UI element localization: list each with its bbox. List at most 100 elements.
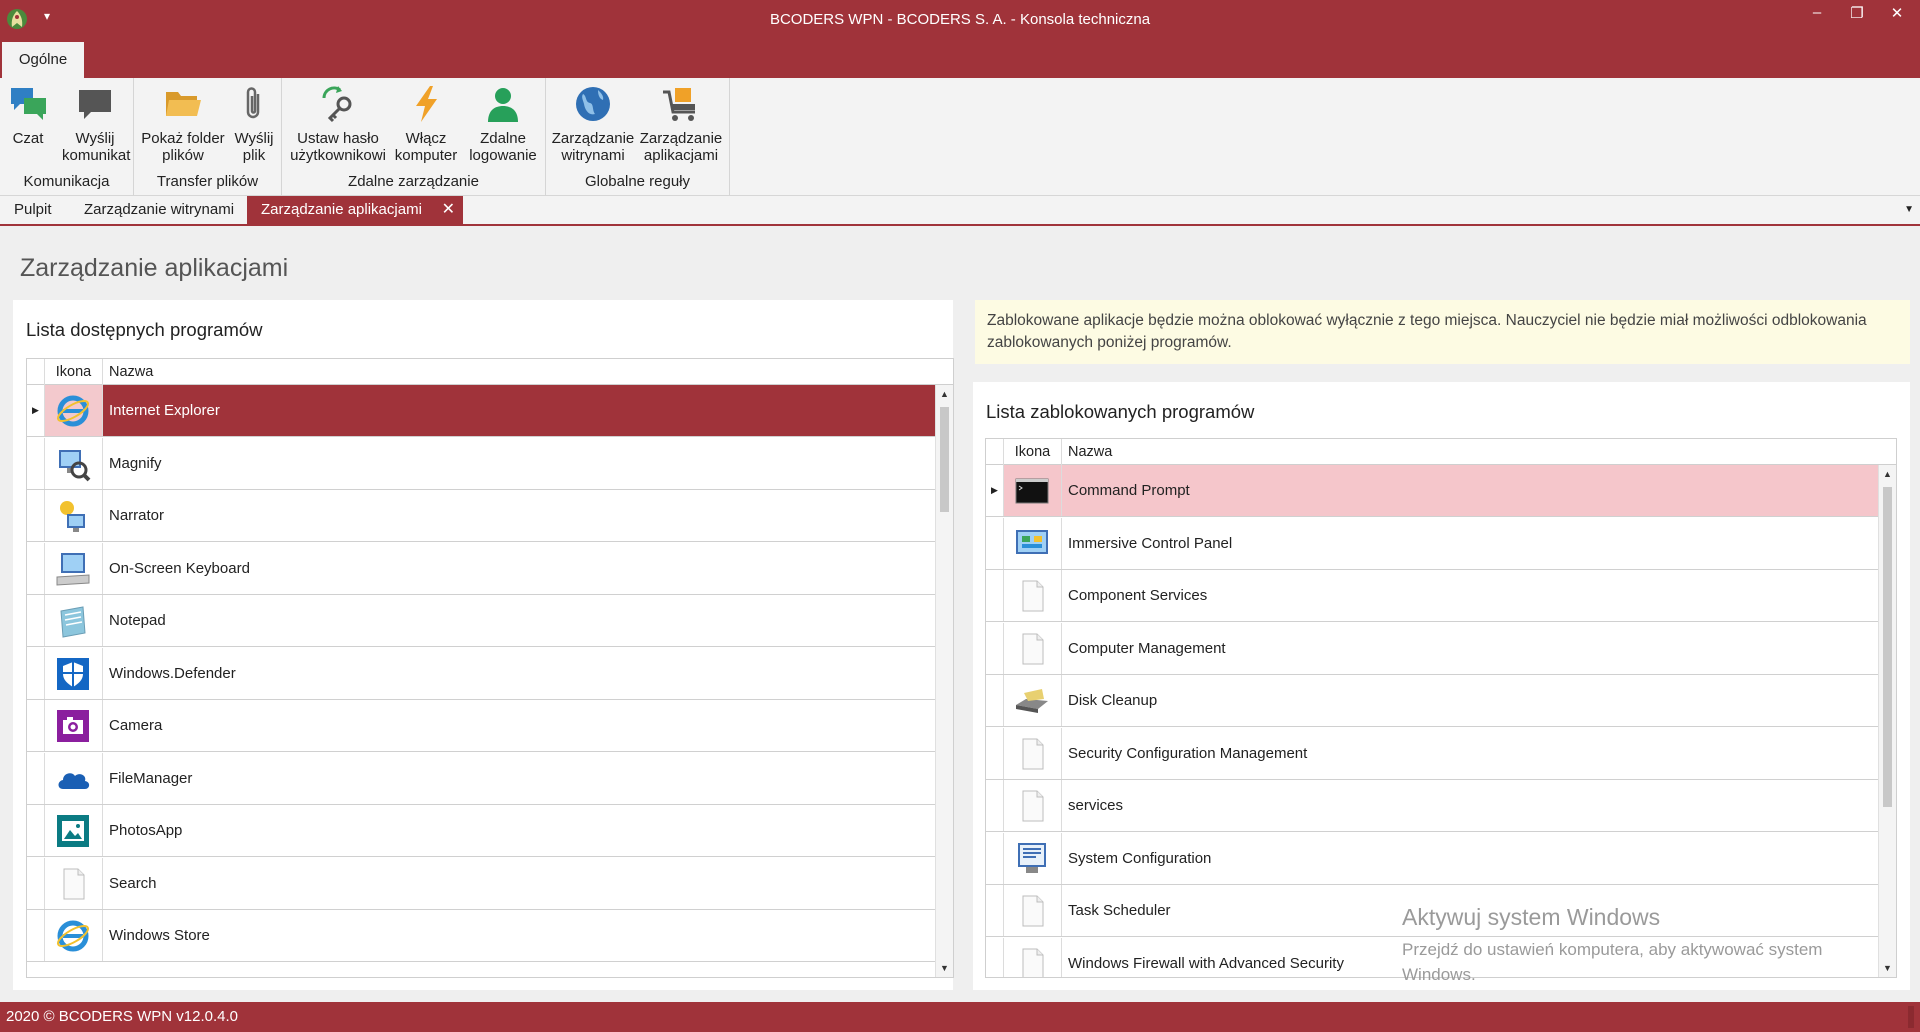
table-row[interactable]: Magnify (27, 437, 935, 490)
wake-computer-label-1: Włącz (405, 130, 447, 147)
show-folder-button[interactable]: Pokaż folder plików (140, 84, 226, 164)
table-row[interactable]: Camera (27, 700, 935, 752)
user-icon (488, 88, 518, 122)
program-name: Narrator (109, 507, 165, 524)
chat-button[interactable]: Czat (4, 84, 52, 147)
scroll-up-icon[interactable]: ▲ (936, 385, 953, 403)
row-indicator[interactable] (27, 542, 45, 594)
table-row[interactable]: PhotosApp (27, 805, 935, 857)
show-folder-label-2: plików (162, 147, 204, 164)
send-message-button[interactable]: Wyślij komunikat (62, 84, 130, 164)
table-row[interactable]: ▶ Command Prompt (986, 465, 1878, 517)
row-indicator[interactable] (27, 437, 45, 489)
row-indicator[interactable] (27, 752, 45, 804)
table-row[interactable]: Component Services (986, 570, 1878, 622)
app-management-button[interactable]: Zarządzanie aplikacjami (638, 84, 724, 164)
scroll-thumb[interactable] (1883, 487, 1892, 807)
table-row[interactable]: Disk Cleanup (986, 675, 1878, 727)
restore-button[interactable]: ❐ (1842, 4, 1872, 28)
info-notice: Zablokowane aplikacje będzie można oblok… (975, 300, 1910, 364)
program-name: Computer Management (1068, 639, 1226, 657)
available-programs-scrollbar[interactable]: ▲ ▼ (935, 385, 953, 977)
column-header-name[interactable]: Nazwa (109, 359, 153, 385)
row-indicator[interactable] (27, 700, 45, 751)
resize-grip[interactable] (1908, 1006, 1914, 1028)
table-row[interactable]: Computer Management (986, 622, 1878, 675)
table-row[interactable]: System Configuration (986, 832, 1878, 885)
available-programs-panel: Lista dostępnych programów Ikona Nazwa ▶… (13, 300, 954, 990)
title-bar: ▾ BCODERS WPN - BCODERS S. A. - Konsola … (0, 0, 1920, 40)
ribbon-group-remote: Ustaw hasło użytkownikowi Włącz komputer… (282, 78, 546, 196)
blocked-programs-scrollbar[interactable]: ▲ ▼ (1878, 465, 1896, 977)
blank-file-icon (1022, 580, 1044, 612)
tab-site-management[interactable]: Zarządzanie witrynami (70, 196, 248, 224)
remote-login-button[interactable]: Zdalne logowanie (464, 84, 542, 164)
row-indicator[interactable] (986, 570, 1004, 621)
row-indicator[interactable] (27, 910, 45, 961)
blank-file-icon (1022, 738, 1044, 769)
ribbon-tab-ogolne[interactable]: Ogólne (2, 42, 84, 78)
header-indicator-cell (27, 359, 45, 385)
set-password-button[interactable]: Ustaw hasło użytkownikowi (288, 84, 388, 164)
column-header-icon[interactable]: Ikona (1004, 439, 1062, 465)
program-name: Windows.Defender (109, 664, 236, 682)
row-indicator[interactable] (986, 885, 1004, 936)
table-row[interactable]: Search (27, 857, 935, 910)
row-indicator[interactable] (986, 622, 1004, 674)
row-indicator[interactable] (986, 727, 1004, 779)
site-management-button[interactable]: Zarządzanie witrynami (550, 84, 636, 164)
scroll-thumb[interactable] (940, 407, 949, 512)
icon-cell (45, 385, 103, 436)
icon-cell (1004, 622, 1062, 674)
program-name: Windows Store (109, 927, 210, 944)
table-row[interactable]: Immersive Control Panel (986, 517, 1878, 570)
tab-app-management[interactable]: Zarządzanie aplikacjami ✕ (247, 196, 463, 224)
app-management-label-2: aplikacjami (643, 147, 719, 164)
scroll-down-icon[interactable]: ▼ (1879, 959, 1896, 977)
row-indicator[interactable] (986, 517, 1004, 569)
row-indicator[interactable] (27, 490, 45, 541)
program-name: Command Prompt (1062, 465, 1878, 516)
program-name: On-Screen Keyboard (109, 559, 250, 577)
set-password-label-1: Ustaw hasło (297, 130, 379, 147)
row-indicator[interactable]: ▶ (27, 385, 45, 436)
column-header-icon[interactable]: Ikona (45, 359, 103, 385)
table-row[interactable]: services (986, 780, 1878, 832)
row-indicator[interactable] (27, 647, 45, 699)
table-row[interactable]: Narrator (27, 490, 935, 542)
row-indicator[interactable] (27, 857, 45, 909)
row-indicator[interactable] (986, 832, 1004, 884)
table-row[interactable]: FileManager (27, 752, 935, 805)
scroll-up-icon[interactable]: ▲ (1879, 465, 1896, 483)
close-button[interactable]: ✕ (1882, 4, 1912, 28)
available-programs-title: Lista dostępnych programów (26, 319, 263, 340)
minimize-button[interactable]: ‒ (1802, 4, 1832, 28)
watermark-title: Aktywuj system Windows (1402, 904, 1661, 930)
table-row[interactable]: On-Screen Keyboard (27, 542, 935, 595)
icon-cell (45, 490, 103, 541)
table-row[interactable]: Windows.Defender (27, 647, 935, 700)
row-indicator[interactable] (986, 780, 1004, 831)
column-header-name[interactable]: Nazwa (1068, 439, 1112, 465)
tabs-dropdown-icon[interactable]: ▼ (1904, 204, 1914, 215)
row-indicator[interactable]: ▶ (986, 465, 1004, 516)
table-row[interactable]: Windows Store (27, 910, 935, 962)
table-row[interactable]: Security Configuration Management (986, 727, 1878, 780)
scroll-down-icon[interactable]: ▼ (936, 959, 953, 977)
row-indicator[interactable] (27, 595, 45, 646)
tab-pulpit[interactable]: Pulpit (0, 196, 66, 224)
ribbon-group-global-rules: Zarządzanie witrynami Zarządzanie aplika… (546, 78, 730, 196)
program-name: Security Configuration Management (1068, 744, 1308, 762)
send-file-button[interactable]: Wyślij plik (230, 84, 278, 164)
row-indicator[interactable] (27, 805, 45, 856)
table-row[interactable]: ▶ Internet Explorer (27, 385, 935, 437)
system-config-icon (1018, 842, 1046, 873)
wake-computer-button[interactable]: Włącz komputer (392, 84, 460, 164)
cart-icon (663, 88, 695, 121)
row-indicator[interactable] (986, 937, 1004, 977)
table-row[interactable]: Notepad (27, 595, 935, 647)
row-indicator[interactable] (986, 675, 1004, 726)
chat-label-1: Czat (12, 130, 44, 147)
close-tab-icon[interactable]: ✕ (442, 196, 455, 224)
icon-cell (1004, 727, 1062, 779)
